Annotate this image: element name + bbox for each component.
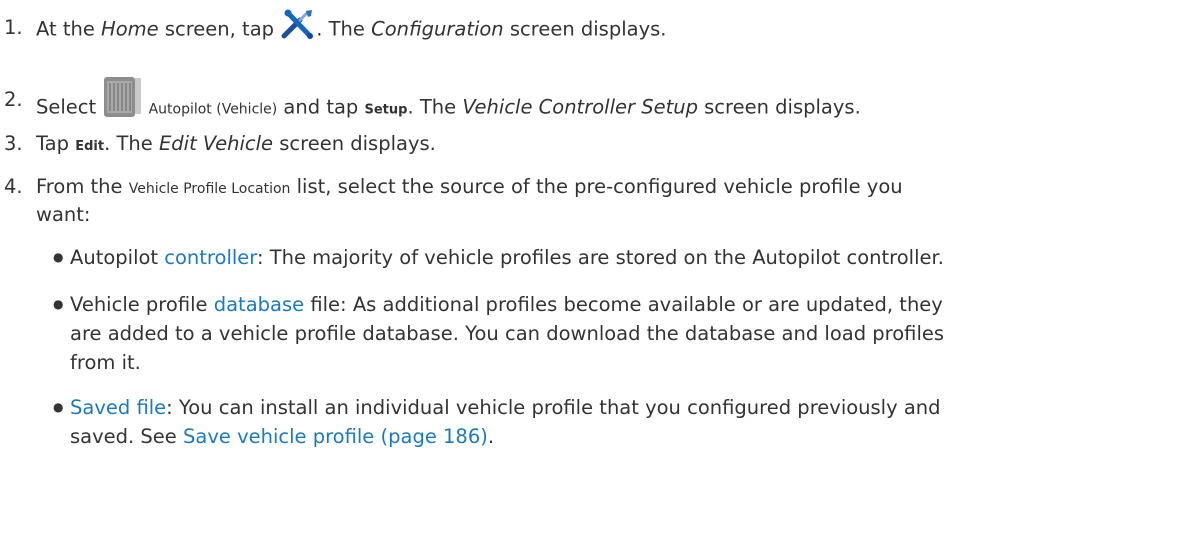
- list-item-text: from it.: [70, 351, 141, 374]
- step-text: From the: [36, 175, 129, 198]
- bullet-icon: ●: [53, 297, 64, 311]
- screen-name-edit-vehicle: Edit Vehicle: [158, 132, 274, 155]
- screen-name-vehicle-controller-setup: Vehicle Controller Setup: [462, 95, 698, 119]
- step-number: 2.: [4, 88, 23, 111]
- controller-link[interactable]: controller: [164, 246, 257, 269]
- step-text: screen displays.: [503, 17, 667, 41]
- step-text: At the: [36, 17, 102, 41]
- edit-button-label: Edit: [75, 139, 105, 154]
- screen-name-configuration: Configuration: [371, 17, 504, 41]
- step-text: screen displays.: [697, 95, 861, 119]
- step-text: Select: [36, 95, 103, 119]
- step-text: . The: [104, 132, 159, 155]
- step-text: want:: [36, 203, 91, 226]
- list-item-text: Autopilot: [70, 246, 165, 269]
- list-item-text: are added to a vehicle profile database.…: [70, 322, 945, 345]
- step-text: list, select the source of the pre-confi…: [290, 175, 903, 198]
- step-text: Tap: [36, 132, 76, 155]
- database-link[interactable]: database: [214, 293, 304, 316]
- list-item-text: .: [487, 425, 495, 448]
- step-number: 1.: [4, 16, 23, 39]
- bullet-icon: ●: [53, 400, 64, 414]
- step-number: 3.: [4, 132, 23, 155]
- vehicle-profile-location-label: Vehicle Profile Location: [128, 181, 291, 197]
- step-text: . The: [316, 17, 372, 41]
- autopilot-vehicle-label: Autopilot (Vehicle): [148, 101, 278, 118]
- list-item-text: file: As additional profiles become avai…: [304, 293, 943, 316]
- bullet-icon: ●: [53, 250, 64, 264]
- saved-file-link[interactable]: Saved file: [70, 396, 166, 419]
- screen-name-home: Home: [101, 17, 159, 41]
- setup-button-label: Setup: [364, 102, 408, 118]
- list-item-text: : The majority of vehicle profiles are s…: [256, 246, 944, 269]
- list-item-text: saved. See: [70, 425, 183, 448]
- list-item-text: Vehicle profile: [70, 293, 214, 316]
- wrench-screwdriver-icon: [280, 8, 316, 40]
- step-text: . The: [407, 95, 463, 119]
- document-page: 1. At the Home screen, tap . The Configu…: [0, 0, 1188, 533]
- step-text: and tap: [277, 95, 365, 119]
- autopilot-controller-icon: [102, 74, 142, 118]
- save-vehicle-profile-link[interactable]: Save vehicle profile (page 186): [183, 425, 488, 448]
- step-text: screen displays.: [273, 132, 436, 155]
- step-text: screen, tap: [158, 17, 281, 41]
- step-number: 4.: [4, 175, 23, 198]
- list-item-text: : You can install an individual vehicle …: [166, 396, 941, 419]
